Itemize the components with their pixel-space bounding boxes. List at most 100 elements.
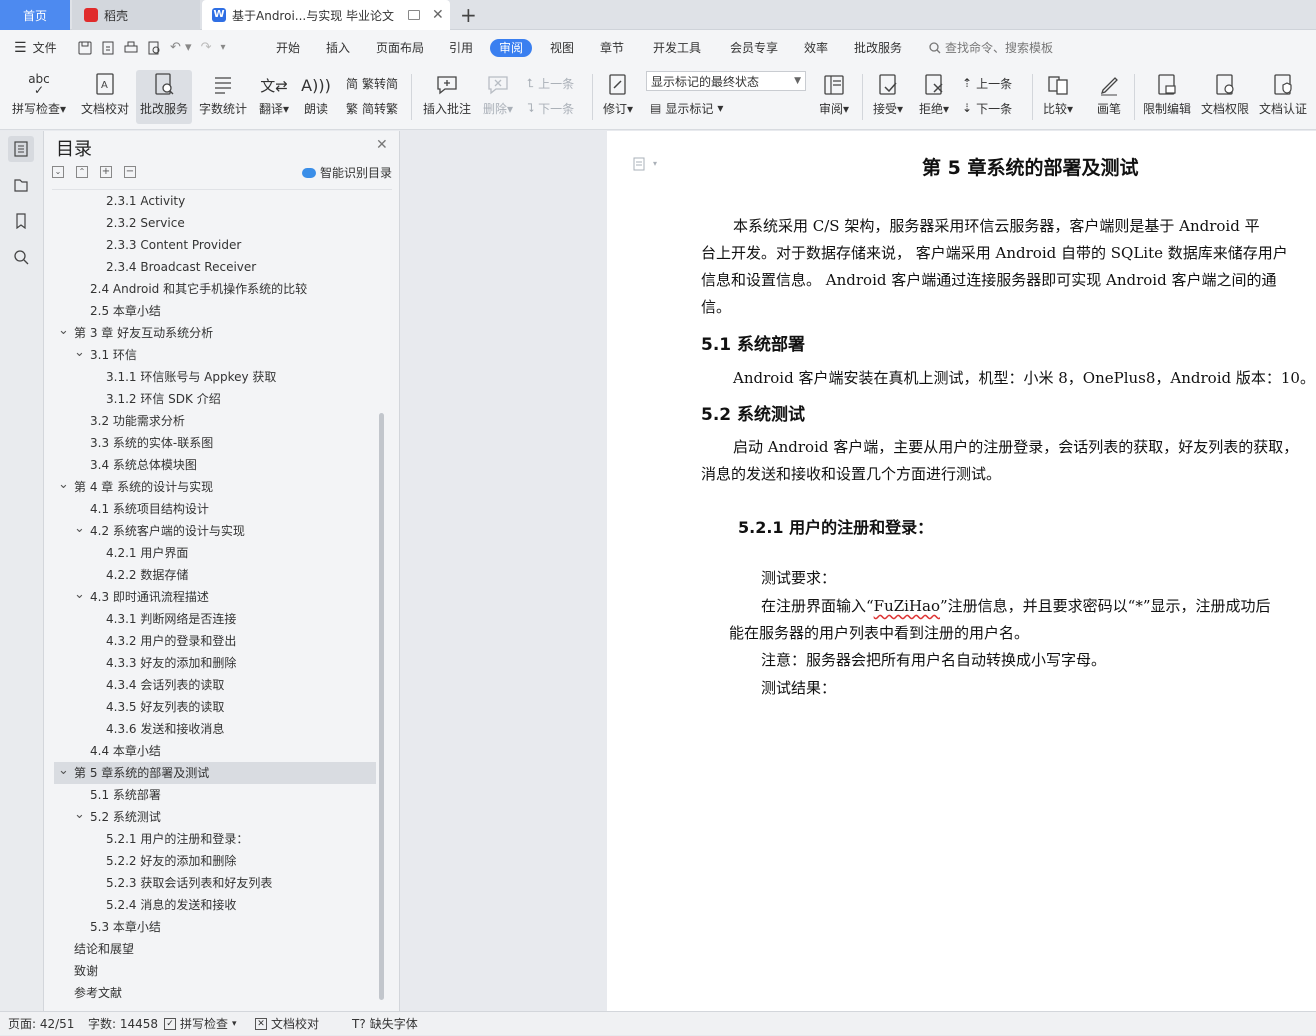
toc-item[interactable]: ⌄ 第 5 章系统的部署及测试 (54, 762, 376, 784)
ribbon-tab-6[interactable]: 章节 (600, 30, 624, 66)
toc-item[interactable]: 5.2.3 获取会话列表和好友列表 (54, 872, 376, 894)
expand-chevron-icon[interactable]: ⌄ (58, 474, 69, 496)
save-icon[interactable] (78, 41, 92, 55)
export-pdf-icon[interactable] (101, 41, 115, 55)
prev-change-button[interactable]: ⇡ 上一条 (962, 72, 1012, 94)
toc-item[interactable]: 5.2.2 好友的添加和删除 (54, 850, 376, 872)
ribbon-tab-7[interactable]: 开发工具 (653, 30, 701, 66)
toc-item[interactable]: 4.3.3 好友的添加和删除 (54, 652, 376, 674)
toc-scrollbar[interactable] (379, 413, 384, 1000)
tab-home[interactable]: 首页 (0, 0, 70, 30)
document-page[interactable]: ▾ 第 5 章系统的部署及测试 本系统采用 C/S 架构，服务器采用环信云服务器… (607, 131, 1316, 1011)
toc-item[interactable]: 2.4 Android 和其它手机操作系统的比较 (54, 278, 376, 300)
toc-item[interactable]: ⌄ 第 4 章 系统的设计与实现 (54, 476, 376, 498)
expand-chevron-icon[interactable]: ⌄ (74, 804, 85, 826)
ribbon-tab-4[interactable]: 审阅 (490, 39, 533, 57)
float-window-icon[interactable] (408, 10, 421, 20)
revise-button[interactable]: 修订▾ (598, 70, 638, 124)
find-button[interactable] (8, 244, 34, 270)
command-search[interactable]: 查找命令、搜索模板 (929, 30, 1053, 66)
missing-font-indicator[interactable]: T? 缺失字体 (352, 1012, 418, 1036)
expand-chevron-icon[interactable]: ⌄ (74, 584, 85, 606)
expand-up-icon[interactable]: ⌃ (76, 166, 88, 178)
toc-item[interactable]: 5.2.1 用户的注册和登录： (54, 828, 376, 850)
restrict-edit-button[interactable]: 限制编辑 (1140, 70, 1194, 124)
toc-item[interactable]: 2.3.1 Activity (54, 190, 376, 212)
toc-item[interactable]: 3.4 系统总体模块图 (54, 454, 376, 476)
close-tab-icon[interactable]: ✕ (432, 7, 444, 23)
toc-item[interactable]: 4.2.2 数据存储 (54, 564, 376, 586)
toc-item[interactable]: ⌄ 5.2 系统测试 (54, 806, 376, 828)
read-aloud-button[interactable]: A))) 朗读 (298, 70, 334, 124)
toc-item[interactable]: 4.3.2 用户的登录和登出 (54, 630, 376, 652)
compare-button[interactable]: 比较▾ (1038, 70, 1078, 124)
toc-item[interactable]: 结论和展望 (54, 938, 376, 960)
ribbon-tab-0[interactable]: 开始 (276, 30, 300, 66)
word-count-indicator[interactable]: 字数: 14458 (88, 1012, 158, 1036)
status-spell-check[interactable]: ✓ 拼写检查 ▾ (164, 1012, 237, 1036)
next-change-button[interactable]: ⇣ 下一条 (962, 97, 1012, 119)
delete-comment-button[interactable]: 删除▾ (479, 70, 517, 124)
toc-item[interactable]: 5.3 本章小结 (54, 916, 376, 938)
toc-item[interactable]: ⌄ 第 3 章 好友互动系统分析 (54, 322, 376, 344)
status-doc-check[interactable]: ✕ 文档校对 (255, 1012, 319, 1036)
toc-item[interactable]: 2.3.2 Service (54, 212, 376, 234)
word-count-button[interactable]: 字数统计 (196, 70, 250, 124)
bookmark-button[interactable] (8, 208, 34, 234)
toc-item[interactable]: 参考文献 (54, 982, 376, 1004)
toc-item[interactable]: 4.3.4 会话列表的读取 (54, 674, 376, 696)
toc-item[interactable]: 3.1.2 环信 SDK 介绍 (54, 388, 376, 410)
paragraph-menu-chevron-icon[interactable]: ▾ (653, 159, 657, 168)
expand-chevron-icon[interactable]: ⌄ (74, 342, 85, 364)
chapter-nav-button[interactable] (8, 172, 34, 198)
paragraph-menu-icon[interactable] (633, 157, 645, 171)
toc-panel-button[interactable] (8, 136, 34, 162)
toc-item[interactable]: 4.2.1 用户界面 (54, 542, 376, 564)
close-panel-icon[interactable]: ✕ (376, 137, 388, 153)
toc-item[interactable]: ⌄ 4.3 即时通讯流程描述 (54, 586, 376, 608)
correction-service-button[interactable]: 批改服务 (136, 70, 192, 124)
minus-icon[interactable]: − (124, 166, 136, 178)
print-icon[interactable] (124, 41, 138, 55)
ribbon-tab-10[interactable]: 批改服务 (854, 30, 902, 66)
smart-toc-button[interactable]: 智能识别目录 (302, 164, 392, 181)
toc-item[interactable]: ⌄ 3.1 环信 (54, 344, 376, 366)
ribbon-tab-9[interactable]: 效率 (804, 30, 828, 66)
plus-icon[interactable]: + (100, 166, 112, 178)
ribbon-tab-8[interactable]: 会员专享 (730, 30, 778, 66)
toc-item[interactable]: 4.3.5 好友列表的读取 (54, 696, 376, 718)
insert-comment-button[interactable]: 插入批注 (420, 70, 474, 124)
reject-button[interactable]: 拒绝▾ (914, 70, 954, 124)
next-comment-button[interactable]: ⮧ 下一条 (527, 97, 574, 119)
accept-button[interactable]: 接受▾ (868, 70, 908, 124)
ribbon-tab-3[interactable]: 引用 (449, 30, 473, 66)
expand-chevron-icon[interactable]: ⌄ (58, 760, 69, 782)
page-indicator[interactable]: 页面: 42/51 (8, 1012, 74, 1036)
expand-chevron-icon[interactable]: ⌄ (74, 518, 85, 540)
doc-check-button[interactable]: A 文档校对 (78, 70, 132, 124)
ribbon-tab-2[interactable]: 页面布局 (376, 30, 424, 66)
prev-comment-button[interactable]: ⮤ 上一条 (527, 72, 574, 94)
more-chevron-icon[interactable]: ▾ (220, 30, 225, 66)
print-preview-icon[interactable] (147, 41, 161, 55)
toc-item[interactable]: 5.1 系统部署 (54, 784, 376, 806)
markup-state-select[interactable]: 显示标记的最终状态 ▼ (646, 71, 806, 91)
toc-item[interactable]: 3.1.1 环信账号与 Appkey 获取 (54, 366, 376, 388)
collapse-all-icon[interactable]: ⌄ (52, 166, 64, 178)
toc-item[interactable]: 4.1 系统项目结构设计 (54, 498, 376, 520)
trad-to-simp-button[interactable]: 简繁转简 (346, 72, 398, 94)
toc-item[interactable]: 4.4 本章小结 (54, 740, 376, 762)
toc-item[interactable]: 5.2.4 消息的发送和接收 (54, 894, 376, 916)
simp-to-trad-button[interactable]: 繁简转繁 (346, 97, 398, 119)
toc-item[interactable]: 3.3 系统的实体-联系图 (54, 432, 376, 454)
toc-item[interactable]: 2.3.3 Content Provider (54, 234, 376, 256)
toc-item[interactable]: 2.5 本章小结 (54, 300, 376, 322)
ribbon-tab-5[interactable]: 视图 (550, 30, 574, 66)
toc-item[interactable]: 3.2 功能需求分析 (54, 410, 376, 432)
ribbon-tab-1[interactable]: 插入 (326, 30, 350, 66)
pen-button[interactable]: 画笔 (1090, 70, 1128, 124)
toc-item[interactable]: ⌄ 4.2 系统客户端的设计与实现 (54, 520, 376, 542)
doc-permission-button[interactable]: 文档权限 (1198, 70, 1252, 124)
toc-item[interactable]: 致谢 (54, 960, 376, 982)
toc-item[interactable]: 4.3.6 发送和接收消息 (54, 718, 376, 740)
